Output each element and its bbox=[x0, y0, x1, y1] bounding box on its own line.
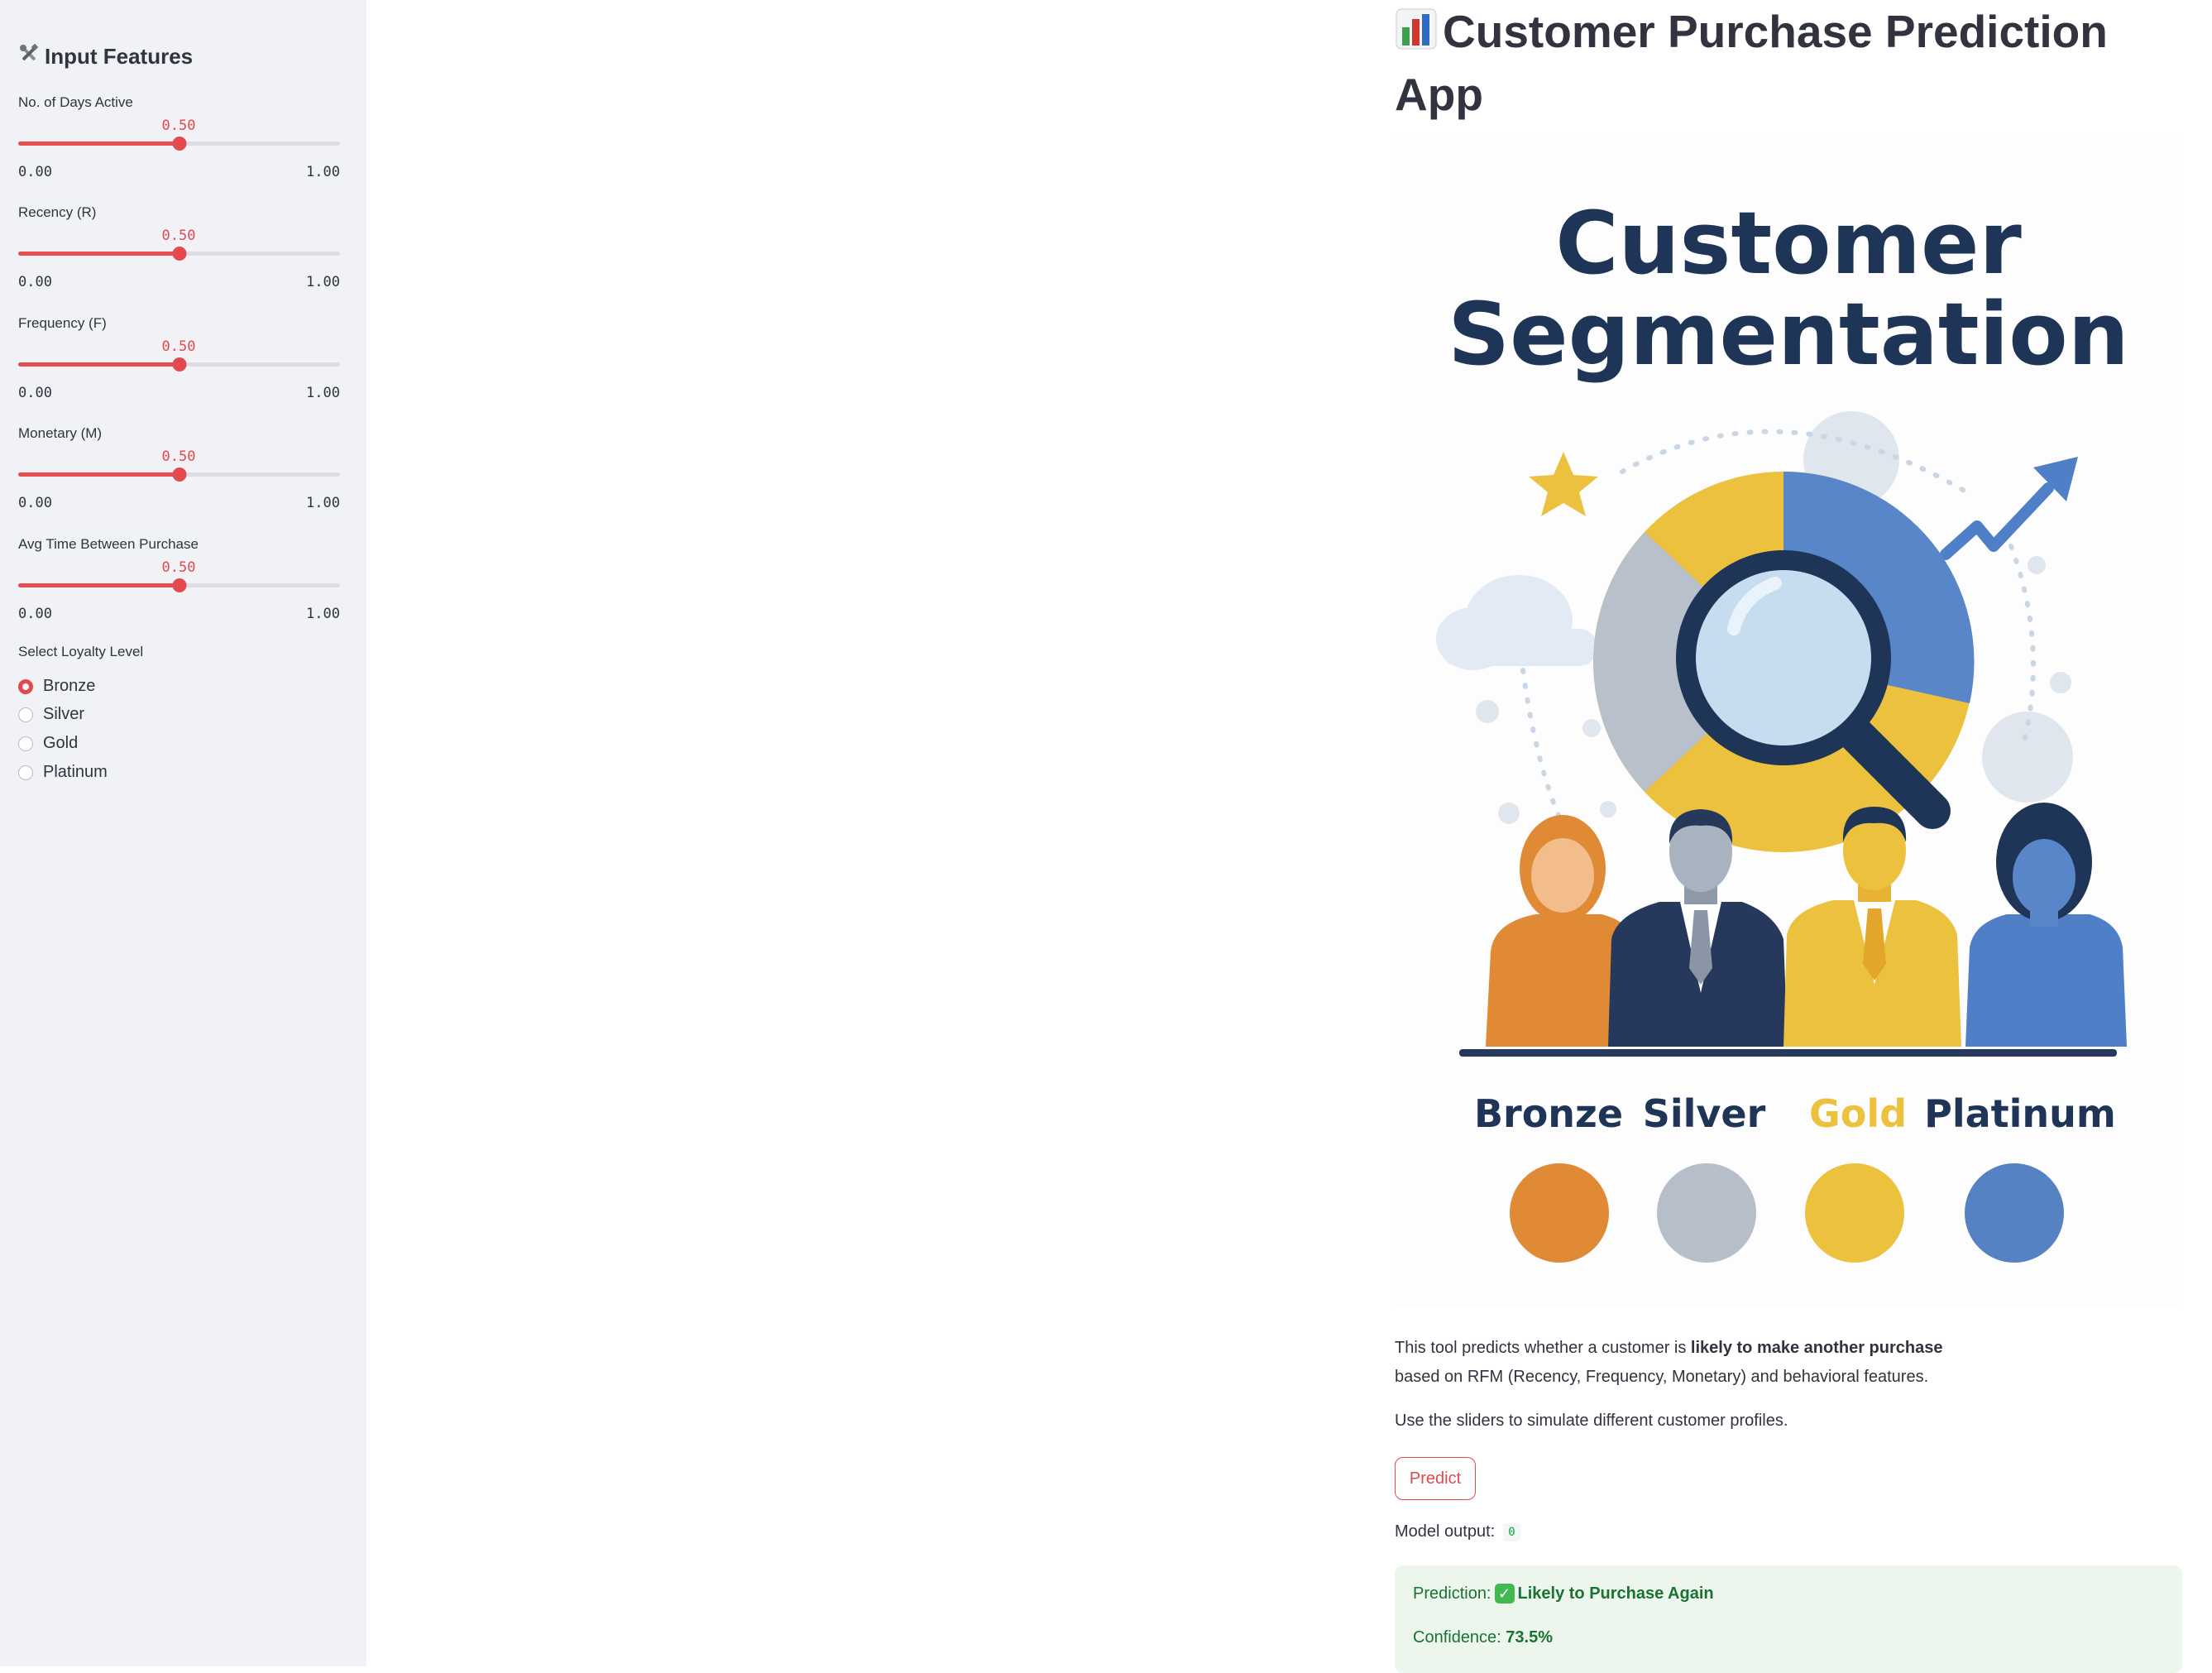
slider-label: Recency (R) bbox=[18, 204, 97, 220]
tier-label-gold: Gold bbox=[1809, 1091, 1907, 1136]
slider-track[interactable] bbox=[18, 467, 340, 482]
description-bold: likely to make another purchase bbox=[1690, 1339, 1943, 1357]
slider-days-active[interactable]: No. of Days Active 0.50 0.00 1.00 bbox=[18, 94, 340, 185]
hero-heading-line1: Customer bbox=[1555, 193, 2022, 294]
radio-selected-icon[interactable] bbox=[18, 678, 33, 694]
prediction-result-box: Prediction: ✓ Likely to Purchase Again C… bbox=[1395, 1565, 2182, 1673]
floor-line bbox=[1459, 1049, 2117, 1057]
slider-min: 0.00 bbox=[18, 385, 52, 401]
tier-label-silver: Silver bbox=[1643, 1091, 1766, 1136]
slider-max: 1.00 bbox=[306, 385, 340, 401]
radio-bronze[interactable]: Bronze bbox=[18, 677, 95, 696]
loyalty-radio-label: Select Loyalty Level bbox=[18, 644, 144, 659]
model-output: Model output: 0 bbox=[1395, 1522, 1520, 1541]
slider-value: 0.50 bbox=[161, 338, 196, 355]
check-mark-icon: ✓ bbox=[1494, 1584, 1515, 1603]
slider-fill bbox=[18, 583, 180, 587]
description: This tool predicts whether a customer is… bbox=[1395, 1334, 2023, 1392]
slider-min: 0.00 bbox=[18, 495, 52, 511]
slider-min: 0.00 bbox=[18, 606, 52, 622]
tier-dot-gold bbox=[1805, 1163, 1904, 1263]
slider-label: Frequency (F) bbox=[18, 315, 107, 331]
page-title-text: Customer Purchase Prediction App bbox=[1395, 6, 2108, 120]
slider-max: 1.00 bbox=[306, 164, 340, 180]
model-output-value: 0 bbox=[1503, 1522, 1520, 1541]
bar-chart-icon bbox=[1395, 5, 1438, 65]
slider-label: Avg Time Between Purchase bbox=[18, 536, 199, 552]
tier-label-bronze: Bronze bbox=[1474, 1091, 1623, 1136]
slider-label: No. of Days Active bbox=[18, 94, 133, 110]
tier-label-platinum: Platinum bbox=[1924, 1091, 2116, 1136]
description-part2: based on RFM (Recency, Frequency, Moneta… bbox=[1395, 1368, 1929, 1386]
description-part1: This tool predicts whether a customer is bbox=[1395, 1339, 1691, 1357]
slider-monetary[interactable]: Monetary (M) 0.50 0.00 1.00 bbox=[18, 425, 340, 516]
model-output-label: Model output: bbox=[1395, 1522, 1496, 1541]
slider-fill bbox=[18, 141, 180, 146]
tools-icon bbox=[18, 43, 40, 70]
confidence-line: Confidence: 73.5% bbox=[1413, 1628, 1553, 1647]
predict-button[interactable]: Predict bbox=[1395, 1457, 1476, 1500]
prediction-value: Likely to Purchase Again bbox=[1517, 1584, 1714, 1603]
slider-track[interactable] bbox=[18, 357, 340, 372]
radio-option-label: Platinum bbox=[43, 763, 108, 781]
slider-label: Monetary (M) bbox=[18, 425, 103, 441]
radio-silver[interactable]: Silver bbox=[18, 705, 84, 724]
description-2: Use the sliders to simulate different cu… bbox=[1395, 1412, 1788, 1430]
sidebar-title: Input Features bbox=[18, 43, 193, 70]
slider-max: 1.00 bbox=[306, 495, 340, 511]
tier-dot-silver bbox=[1657, 1163, 1756, 1263]
radio-platinum[interactable]: Platinum bbox=[18, 763, 108, 782]
slider-fill bbox=[18, 362, 180, 367]
radio-option-label: Gold bbox=[43, 734, 79, 752]
tier-dot-platinum bbox=[1965, 1163, 2064, 1263]
hero-image: Customer Segmentation Bronze Silver Gold… bbox=[1395, 132, 2182, 1307]
slider-min: 0.00 bbox=[18, 274, 52, 290]
slider-max: 1.00 bbox=[306, 274, 340, 290]
slider-value: 0.50 bbox=[161, 559, 196, 576]
radio-option-label: Silver bbox=[43, 705, 85, 723]
slider-thumb[interactable] bbox=[172, 467, 186, 482]
slider-value: 0.50 bbox=[161, 117, 196, 134]
radio-unselected-icon[interactable] bbox=[18, 765, 33, 780]
slider-track[interactable] bbox=[18, 578, 340, 592]
radio-unselected-icon[interactable] bbox=[18, 736, 33, 751]
slider-thumb[interactable] bbox=[172, 578, 186, 592]
hero-heading-line2: Segmentation bbox=[1448, 284, 2129, 385]
prediction-label: Prediction: bbox=[1413, 1584, 1491, 1603]
sidebar: Input Features No. of Days Active 0.50 0… bbox=[0, 0, 366, 1666]
slider-value: 0.50 bbox=[161, 228, 196, 244]
slider-frequency[interactable]: Frequency (F) 0.50 0.00 1.00 bbox=[18, 315, 340, 406]
slider-track[interactable] bbox=[18, 247, 340, 261]
radio-unselected-icon[interactable] bbox=[18, 707, 33, 722]
slider-avg-time[interactable]: Avg Time Between Purchase 0.50 0.00 1.00 bbox=[18, 536, 340, 627]
slider-min: 0.00 bbox=[18, 164, 52, 180]
slider-max: 1.00 bbox=[306, 606, 340, 622]
confidence-value: 73.5% bbox=[1506, 1628, 1554, 1647]
slider-fill bbox=[18, 472, 180, 477]
slider-thumb[interactable] bbox=[172, 137, 186, 151]
confidence-label: Confidence: bbox=[1413, 1628, 1506, 1647]
radio-gold[interactable]: Gold bbox=[18, 734, 78, 753]
slider-track[interactable] bbox=[18, 137, 340, 151]
slider-fill bbox=[18, 252, 180, 256]
slider-value: 0.50 bbox=[161, 448, 196, 465]
page-title: Customer Purchase Prediction App bbox=[1395, 2, 2189, 124]
sidebar-title-text: Input Features bbox=[45, 44, 194, 69]
prediction-line: Prediction: ✓ Likely to Purchase Again bbox=[1413, 1584, 1714, 1603]
tier-dot-bronze bbox=[1510, 1163, 1609, 1263]
slider-recency[interactable]: Recency (R) 0.50 0.00 1.00 bbox=[18, 204, 340, 295]
slider-thumb[interactable] bbox=[172, 247, 186, 261]
slider-thumb[interactable] bbox=[172, 357, 186, 372]
radio-option-label: Bronze bbox=[43, 677, 96, 695]
